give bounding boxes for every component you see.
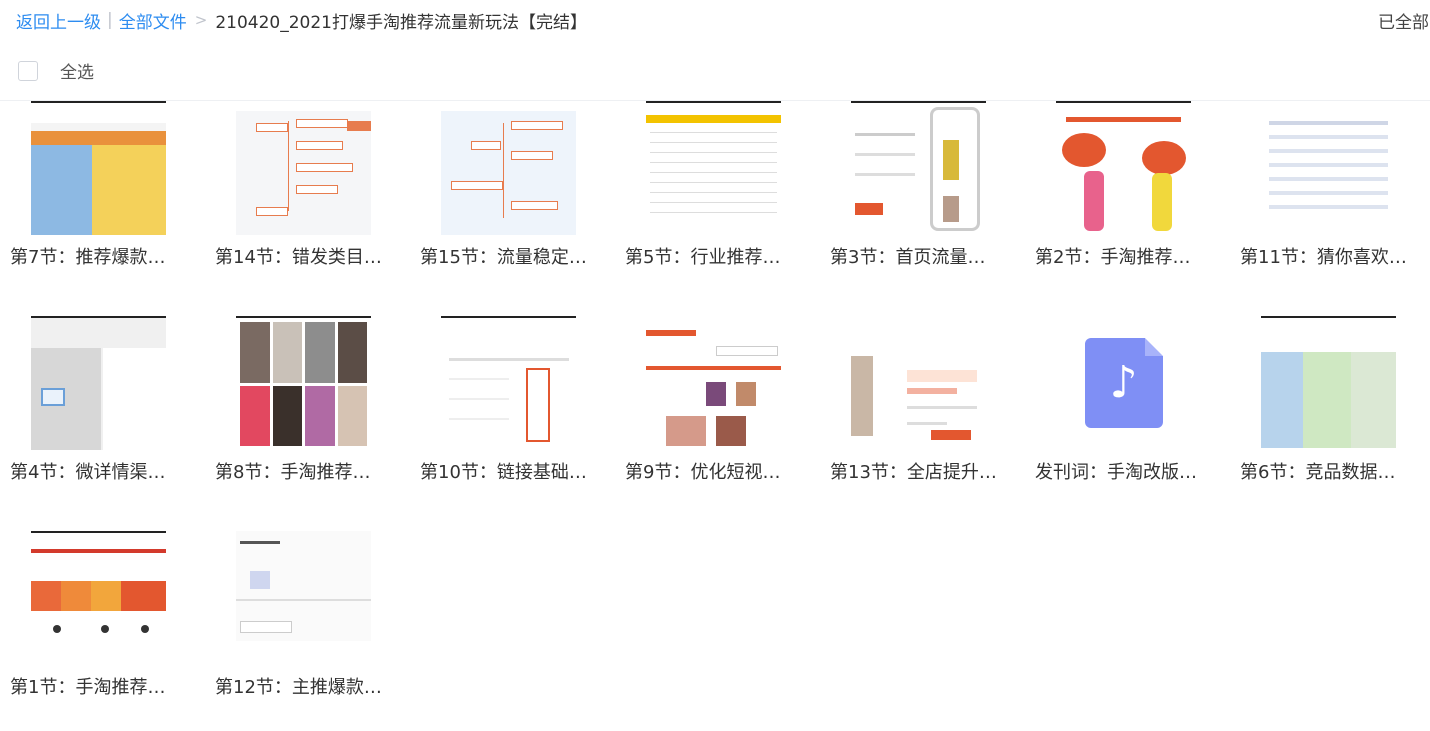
all-files-link[interactable]: 全部文件: [119, 8, 187, 33]
file-thumbnail: [236, 531, 371, 665]
file-name[interactable]: 第6节：竞品数据…: [1240, 460, 1430, 486]
back-link[interactable]: 返回上一级: [16, 8, 101, 33]
file-item[interactable]: 第7节：推荐爆款…: [0, 101, 205, 301]
file-item[interactable]: 第1节：手淘推荐…: [0, 531, 205, 731]
current-folder-title: 210420_2021打爆手淘推荐流量新玩法【完结】: [215, 12, 587, 33]
file-thumbnail: [236, 111, 371, 235]
chevron-right-icon: >: [194, 11, 208, 29]
file-item[interactable]: 第11节：猜你喜欢…: [1230, 101, 1430, 301]
file-item[interactable]: 第9节：优化短视…: [615, 316, 820, 516]
file-thumbnail: [646, 326, 781, 450]
file-name[interactable]: 发刊词：手淘改版…: [1035, 460, 1225, 486]
file-item[interactable]: 第13节：全店提升…: [820, 316, 1025, 516]
file-thumbnail: ♪: [1056, 316, 1191, 450]
file-name[interactable]: 第1节：手淘推荐…: [10, 675, 200, 701]
file-name[interactable]: 第15节：流量稳定…: [420, 245, 610, 271]
file-thumbnail: [1261, 316, 1396, 450]
music-note-icon: ♪: [1109, 357, 1138, 408]
file-item[interactable]: 第14节：错发类目…: [205, 101, 410, 301]
file-thumbnail: [851, 101, 986, 235]
file-name[interactable]: 第11节：猜你喜欢…: [1240, 245, 1430, 271]
breadcrumb: 返回上一级 | 全部文件 > 210420_2021打爆手淘推荐流量新玩法【完结…: [16, 6, 587, 34]
file-thumbnail: [236, 316, 371, 450]
file-item[interactable]: 第2节：手淘推荐…: [1025, 101, 1230, 301]
file-name[interactable]: 第12节：主推爆款…: [215, 675, 405, 701]
select-all-label[interactable]: 全选: [60, 58, 94, 83]
file-item[interactable]: 第10节：链接基础…: [410, 316, 615, 516]
file-item[interactable]: 第12节：主推爆款…: [205, 531, 410, 731]
file-name[interactable]: 第4节：微详情渠…: [10, 460, 200, 486]
file-thumbnail: [646, 101, 781, 235]
file-thumbnail: [851, 326, 986, 450]
file-item[interactable]: 第5节：行业推荐…: [615, 101, 820, 301]
file-name[interactable]: 第5节：行业推荐…: [625, 245, 815, 271]
file-item[interactable]: ♪ 发刊词：手淘改版…: [1025, 316, 1230, 516]
file-name[interactable]: 第2节：手淘推荐…: [1035, 245, 1225, 271]
file-name[interactable]: 第10节：链接基础…: [420, 460, 610, 486]
file-thumbnail: [1261, 111, 1396, 235]
audio-file-icon: ♪: [1084, 338, 1163, 428]
file-name[interactable]: 第7节：推荐爆款…: [10, 245, 200, 271]
file-name[interactable]: 第8节：手淘推荐…: [215, 460, 405, 486]
file-item[interactable]: 第6节：竞品数据…: [1230, 316, 1430, 516]
select-all-row: 全选: [18, 58, 94, 83]
loaded-status: 已全部: [1378, 12, 1429, 33]
file-name[interactable]: 第13节：全店提升…: [830, 460, 1020, 486]
file-thumbnail: [441, 111, 576, 235]
file-item[interactable]: 第3节：首页流量…: [820, 101, 1025, 301]
file-name[interactable]: 第14节：错发类目…: [215, 245, 405, 271]
file-thumbnail: [31, 101, 166, 235]
file-thumbnail: [441, 316, 576, 450]
select-all-checkbox[interactable]: [18, 60, 38, 81]
file-thumbnail: [31, 531, 166, 665]
breadcrumb-separator: |: [107, 10, 113, 30]
file-thumbnail: [31, 316, 166, 450]
file-name[interactable]: 第3节：首页流量…: [830, 245, 1020, 271]
file-name[interactable]: 第9节：优化短视…: [625, 460, 815, 486]
file-item[interactable]: 第15节：流量稳定…: [410, 101, 615, 301]
file-item[interactable]: 第8节：手淘推荐…: [205, 316, 410, 516]
file-thumbnail: [1056, 101, 1191, 235]
file-item[interactable]: 第4节：微详情渠…: [0, 316, 205, 516]
